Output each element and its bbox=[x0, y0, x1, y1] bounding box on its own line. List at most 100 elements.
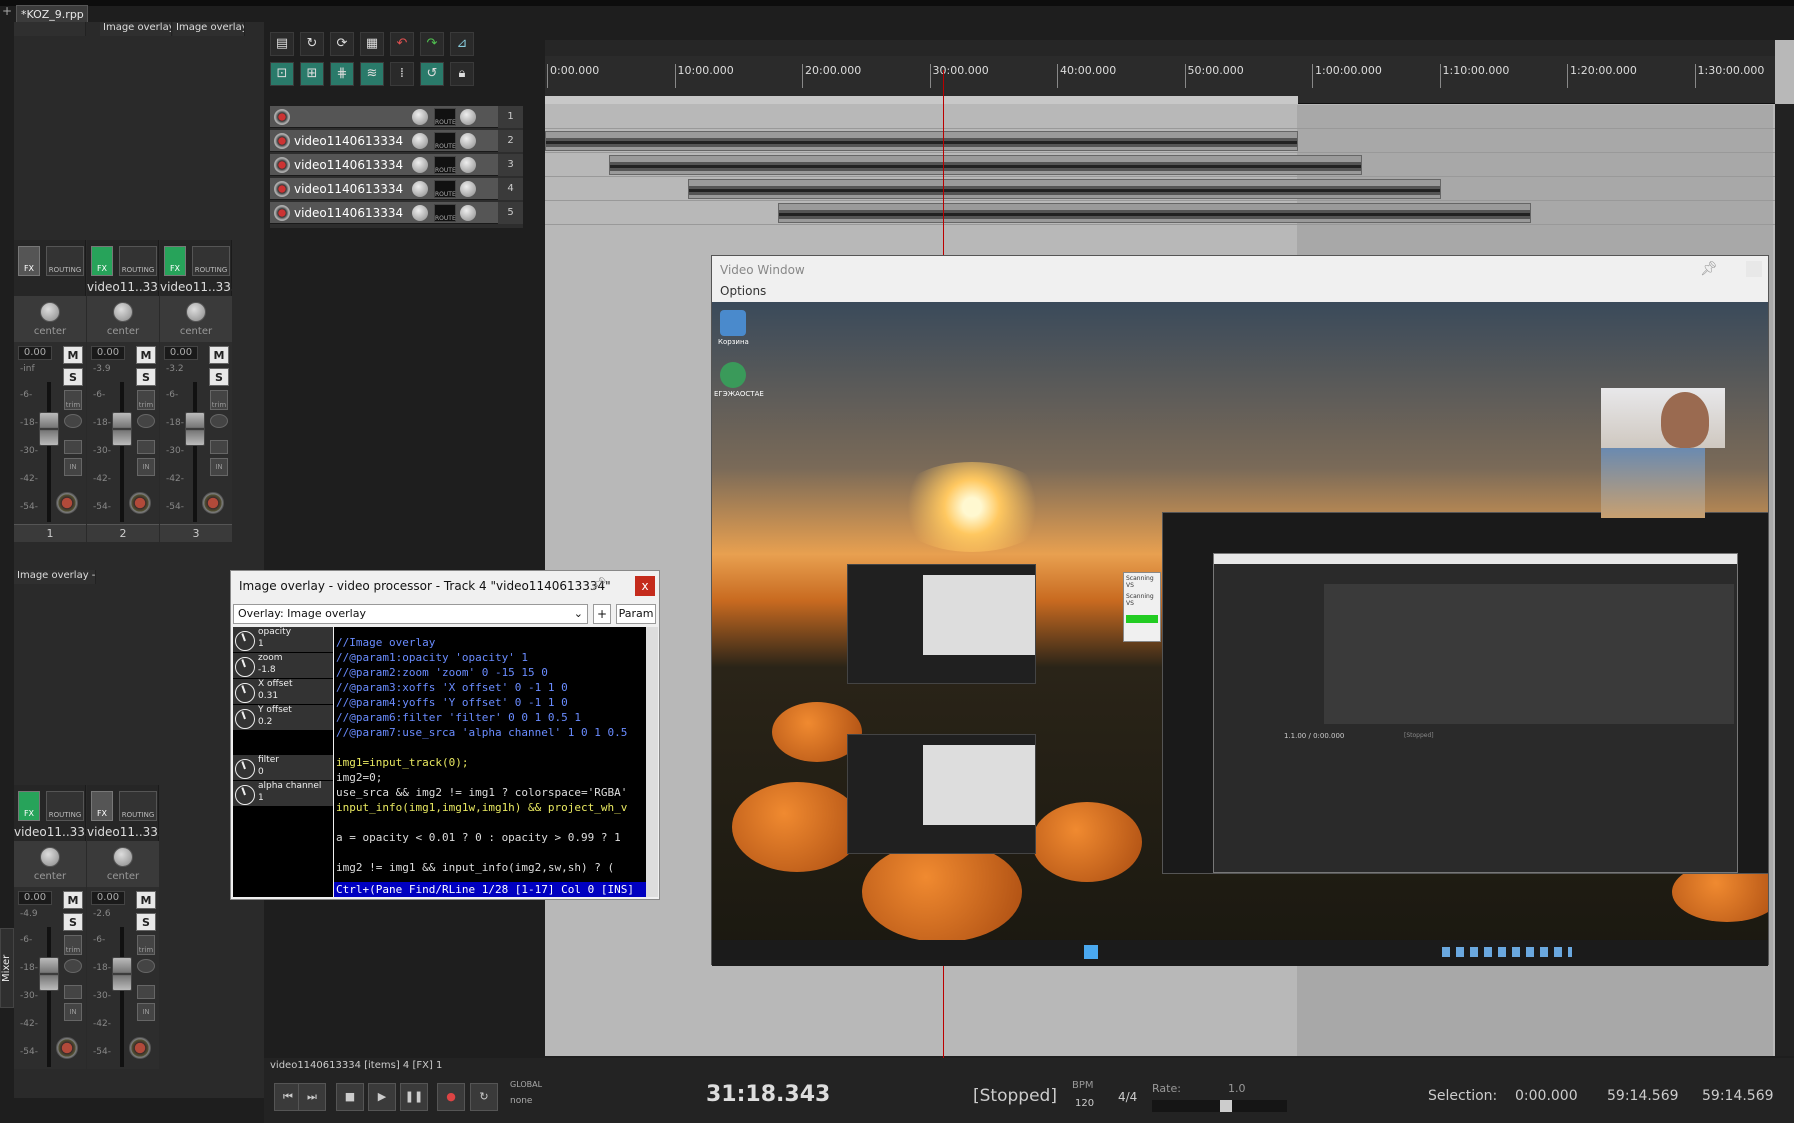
record-arm-button[interactable] bbox=[56, 492, 78, 514]
route-button[interactable]: ROUTE bbox=[434, 204, 456, 222]
pan-knob[interactable] bbox=[40, 847, 60, 867]
track-row[interactable]: video1140613334 ROUTE 3 bbox=[270, 154, 523, 176]
phase-icon[interactable] bbox=[137, 414, 155, 428]
trim-button[interactable]: trim bbox=[210, 390, 228, 410]
pan-knob[interactable] bbox=[460, 181, 476, 197]
route-button[interactable]: ROUTE bbox=[434, 156, 456, 174]
close-button[interactable]: x bbox=[635, 576, 655, 596]
volume-readout[interactable]: 0.00 bbox=[164, 346, 198, 360]
mute-button[interactable]: M bbox=[136, 891, 156, 909]
fx-button[interactable]: FX bbox=[18, 791, 40, 821]
media-item[interactable] bbox=[778, 203, 1531, 223]
input-monitor-icon[interactable] bbox=[210, 440, 228, 454]
lock-icon[interactable]: 🔒︎ bbox=[450, 62, 474, 86]
record-arm-icon[interactable] bbox=[274, 109, 290, 125]
parameter-knob-row[interactable]: opacity 1 bbox=[233, 627, 333, 653]
project-tab[interactable]: *KOZ_9.rpp bbox=[16, 5, 88, 22]
solo-button[interactable]: S bbox=[136, 913, 156, 931]
record-arm-button[interactable] bbox=[129, 1037, 151, 1059]
crossfade-icon[interactable]: ⁞ bbox=[390, 62, 414, 86]
parameter-knob-row[interactable]: zoom -1.8 bbox=[233, 653, 333, 679]
input-button[interactable]: IN bbox=[137, 458, 155, 476]
fx-button[interactable]: FX bbox=[18, 246, 40, 276]
time-selection-bar[interactable] bbox=[545, 96, 1298, 104]
volume-readout[interactable]: 0.00 bbox=[91, 346, 125, 360]
param-button[interactable]: Param bbox=[616, 604, 656, 624]
pin-icon[interactable]: 📌︎ bbox=[1700, 261, 1718, 277]
add-preset-button[interactable]: + bbox=[593, 604, 611, 624]
record-arm-button[interactable] bbox=[56, 1037, 78, 1059]
knob-icon[interactable] bbox=[235, 709, 255, 729]
trim-button[interactable]: trim bbox=[137, 935, 155, 955]
bpm-value[interactable]: 120 bbox=[1075, 1098, 1094, 1109]
track-lane[interactable] bbox=[545, 130, 1775, 153]
metronome-icon[interactable]: ⊿ bbox=[450, 32, 474, 56]
record-arm-button[interactable] bbox=[129, 492, 151, 514]
rate-slider-handle[interactable] bbox=[1220, 1100, 1232, 1112]
fx-button[interactable]: FX bbox=[91, 791, 113, 821]
volume-fader[interactable] bbox=[112, 957, 132, 991]
routing-button[interactable]: ROUTING bbox=[46, 791, 84, 821]
snap-icon[interactable]: ⊡ bbox=[270, 62, 294, 86]
record-arm-icon[interactable] bbox=[274, 133, 290, 149]
media-item[interactable] bbox=[609, 155, 1362, 175]
track-name[interactable]: video1140613334 bbox=[294, 204, 414, 222]
go-to-end-button[interactable]: ⏭ bbox=[298, 1083, 326, 1111]
routing-button[interactable]: ROUTING bbox=[192, 246, 230, 276]
route-button[interactable]: ROUTE bbox=[434, 108, 456, 126]
track-name[interactable] bbox=[294, 108, 414, 126]
loop-icon[interactable]: ↺ bbox=[420, 62, 444, 86]
envelope-icon[interactable]: ≋ bbox=[360, 62, 384, 86]
mixer-side-tab[interactable]: Mixer bbox=[0, 928, 14, 1008]
route-button[interactable]: ROUTE bbox=[434, 180, 456, 198]
parameter-knob-row[interactable]: Y offset 0.2 bbox=[233, 705, 333, 731]
code-scrollbar[interactable] bbox=[646, 627, 658, 897]
input-button[interactable]: IN bbox=[64, 458, 82, 476]
routing-button[interactable]: ROUTING bbox=[119, 246, 157, 276]
solo-button[interactable]: S bbox=[209, 368, 229, 386]
pan-knob[interactable] bbox=[460, 109, 476, 125]
record-arm-icon[interactable] bbox=[274, 181, 290, 197]
knob-icon[interactable] bbox=[235, 657, 255, 677]
selection-start[interactable]: 0:00.000 bbox=[1515, 1088, 1578, 1104]
pan-knob[interactable] bbox=[113, 302, 133, 322]
undo-icon[interactable]: ↶ bbox=[390, 32, 414, 56]
global-automation-mode[interactable]: none bbox=[510, 1096, 532, 1106]
trim-button[interactable]: trim bbox=[64, 935, 82, 955]
code-editor[interactable]: //Image overlay //@param1:opacity 'opacit… bbox=[334, 627, 646, 897]
stop-button[interactable]: ■ bbox=[336, 1083, 364, 1111]
volume-knob[interactable] bbox=[412, 181, 428, 197]
time-display[interactable]: 31:18.343 bbox=[706, 1082, 830, 1107]
repeat-button[interactable]: ↻ bbox=[470, 1083, 498, 1111]
pan-knob[interactable] bbox=[113, 847, 133, 867]
track-lane[interactable] bbox=[545, 106, 1775, 129]
track-lane[interactable] bbox=[545, 202, 1775, 225]
vertical-scrollbar[interactable] bbox=[1775, 104, 1794, 1056]
new-tab-button[interactable]: + bbox=[0, 5, 14, 19]
knob-icon[interactable] bbox=[235, 759, 255, 779]
volume-knob[interactable] bbox=[412, 157, 428, 173]
parameter-knob-row[interactable]: alpha channel 1 bbox=[233, 781, 333, 807]
input-button[interactable]: IN bbox=[210, 458, 228, 476]
record-arm-icon[interactable] bbox=[274, 157, 290, 173]
track-row[interactable]: video1140613334 ROUTE 2 bbox=[270, 130, 523, 152]
pan-knob[interactable] bbox=[186, 302, 206, 322]
volume-fader[interactable] bbox=[185, 412, 205, 446]
open-project-icon[interactable]: ↻ bbox=[300, 32, 324, 56]
routing-button[interactable]: ROUTING bbox=[119, 791, 157, 821]
input-button[interactable]: IN bbox=[64, 1003, 82, 1021]
video-window-close-button[interactable] bbox=[1746, 261, 1762, 277]
solo-button[interactable]: S bbox=[63, 368, 83, 386]
track-row[interactable]: ROUTE 1 bbox=[270, 106, 523, 128]
record-arm-icon[interactable] bbox=[274, 205, 290, 221]
video-window-options-menu[interactable]: Options bbox=[712, 282, 1768, 302]
input-button[interactable]: IN bbox=[137, 1003, 155, 1021]
mute-button[interactable]: M bbox=[136, 346, 156, 364]
ripple-edit-icon[interactable]: ⊞ bbox=[300, 62, 324, 86]
route-button[interactable]: ROUTE bbox=[434, 132, 456, 150]
input-monitor-icon[interactable] bbox=[137, 985, 155, 999]
input-monitor-icon[interactable] bbox=[137, 440, 155, 454]
volume-fader[interactable] bbox=[39, 412, 59, 446]
mute-button[interactable]: M bbox=[63, 891, 83, 909]
phase-icon[interactable] bbox=[210, 414, 228, 428]
